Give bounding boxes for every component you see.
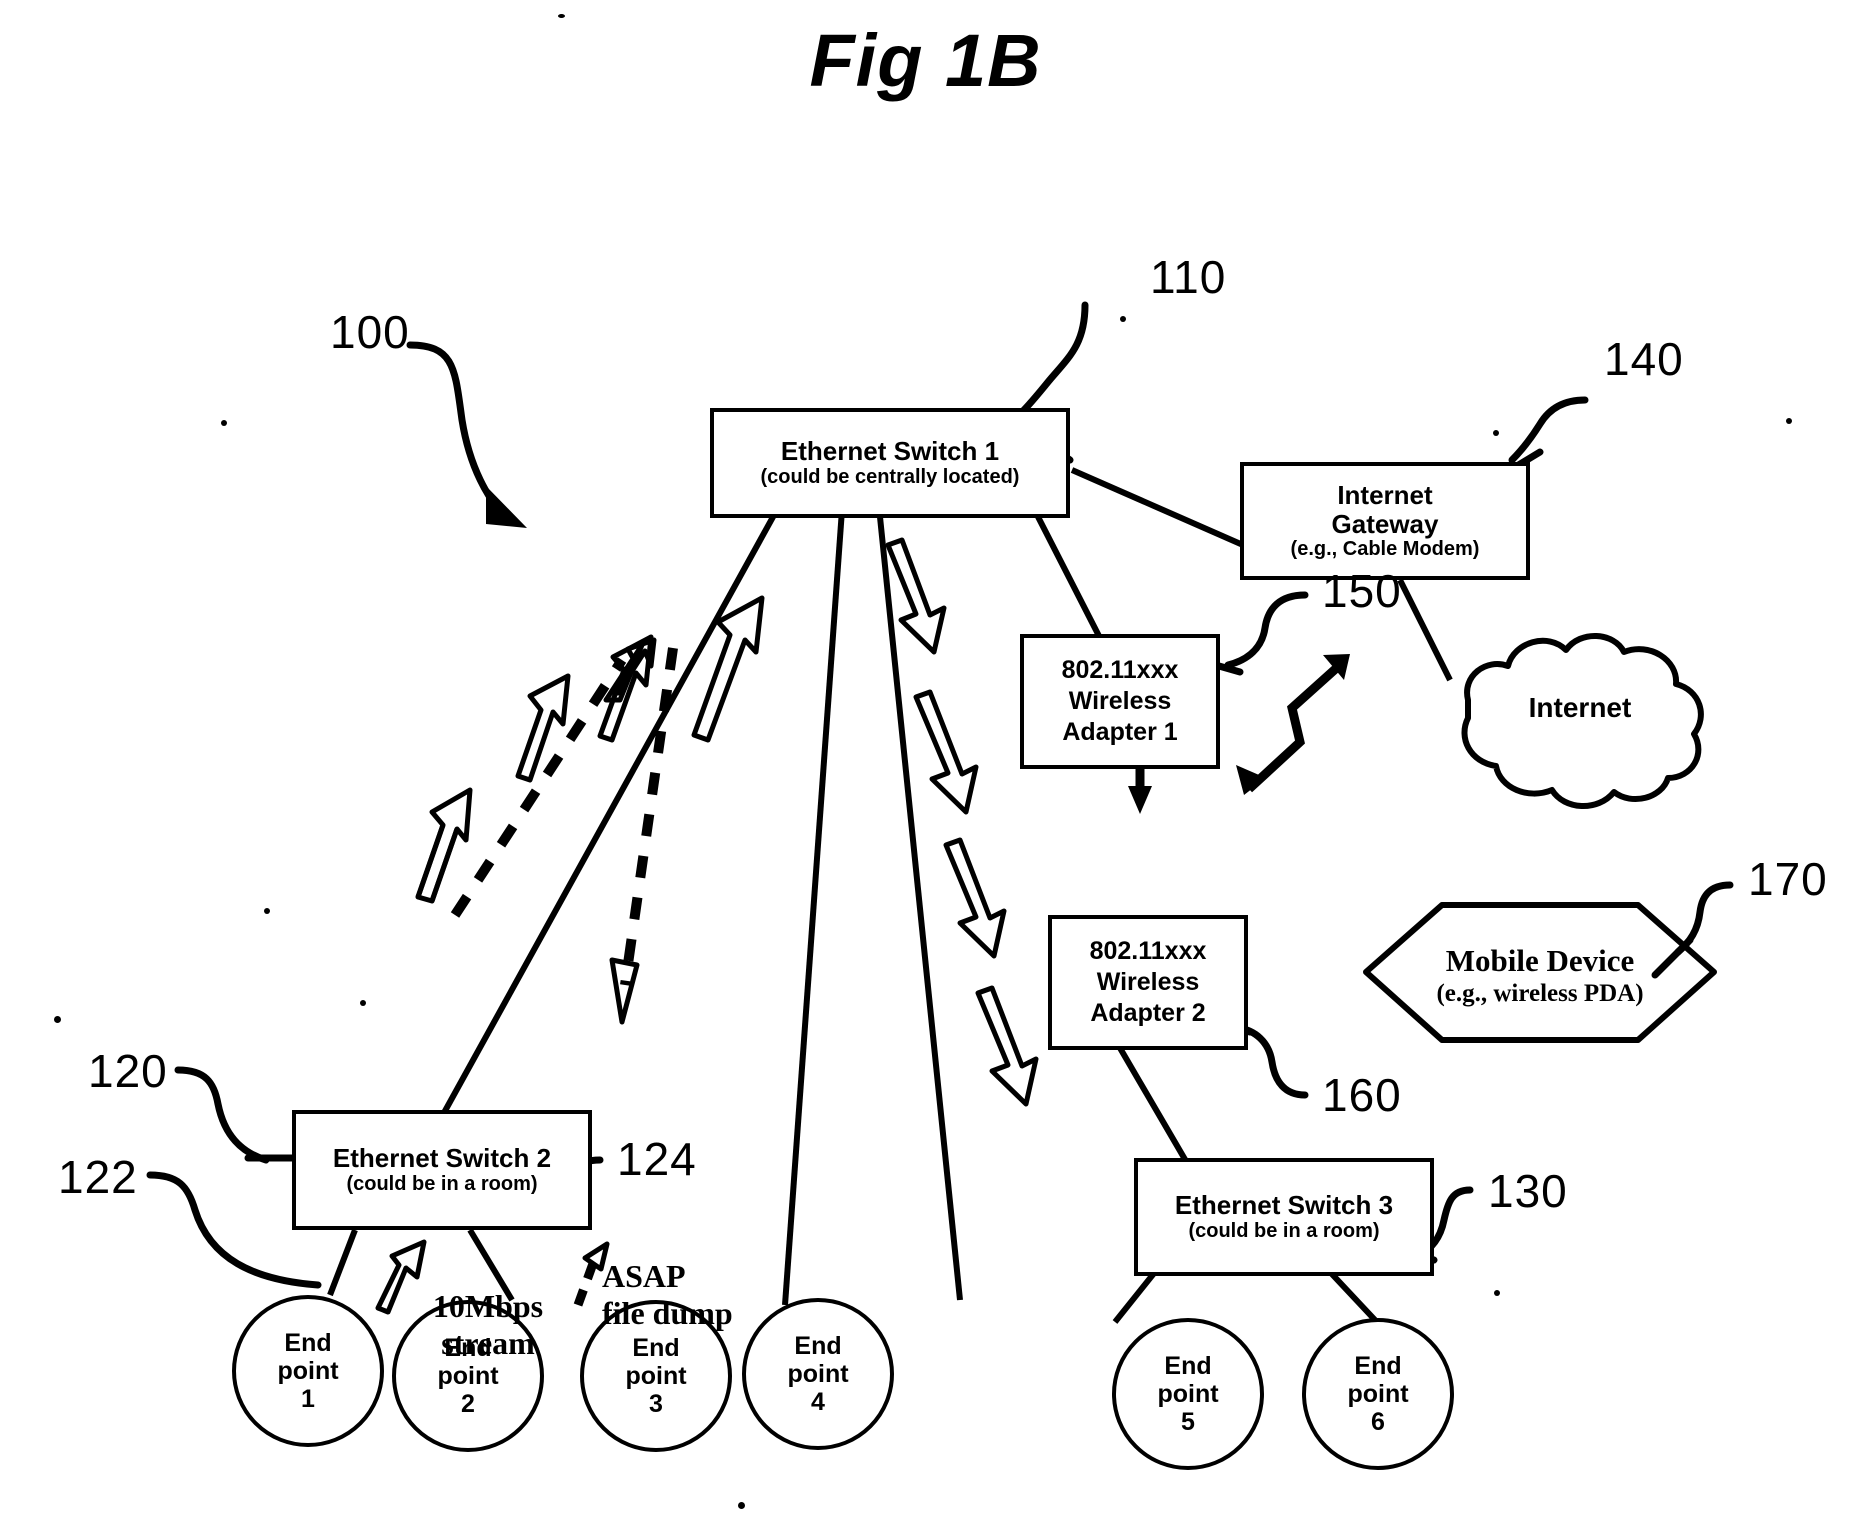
endpoint-6-line1: End [1354, 1352, 1402, 1380]
scan-speck [558, 14, 565, 18]
mobile-device-line1: Mobile Device [1445, 943, 1635, 978]
reference-numeral-160: 160 [1322, 1069, 1402, 1121]
link-switch1-gateway [1070, 467, 1245, 548]
wireless-adapter-2-line3: Adapter 2 [1090, 999, 1206, 1028]
link-switch3-endpoint6 [1327, 1269, 1378, 1323]
flow-arrow-upstream-4 [691, 595, 765, 743]
traffic-label-filedump-line2: file dump [602, 1294, 733, 1331]
leader-line-160 [1234, 1024, 1309, 1099]
reference-numeral-140: 140 [1604, 333, 1684, 385]
leader-line-110 [1018, 301, 1089, 416]
patent-figure-page: Fig 1B Ethernet Switch 1 (could be centr… [0, 0, 1851, 1522]
internet-gateway-subtitle: (e.g., Cable Modem) [1290, 538, 1480, 561]
endpoint-3-line1: End [632, 1334, 680, 1362]
flow-arrow-downstream-2 [913, 689, 979, 815]
scan-speck [1494, 1290, 1500, 1296]
flow-arrow-upstream-2 [515, 673, 571, 783]
wireless-adapter-2-line1: 802.11xxx [1089, 936, 1207, 965]
ethernet-switch-3-subtitle: (could be in a room) [1188, 1219, 1380, 1242]
scan-speck [264, 908, 270, 914]
leader-line-100 [406, 341, 504, 514]
scan-speck [54, 1016, 61, 1023]
endpoint-5-line1: End [1164, 1352, 1212, 1380]
internet-gateway-title-line2: Gateway [1331, 508, 1439, 539]
reference-numeral-124: 124 [617, 1133, 697, 1185]
flow-dashed-downstream [609, 647, 678, 1025]
internet-gateway-title-line1: Internet [1337, 479, 1433, 510]
reference-numeral-120: 120 [88, 1045, 168, 1097]
scan-speck [1493, 430, 1499, 436]
flow-arrow-upstream-1 [415, 787, 473, 904]
internet-cloud-label: Internet [1528, 692, 1632, 723]
reference-numeral-170: 170 [1748, 853, 1828, 905]
flow-arrow-downstream-1 [885, 537, 947, 655]
leader-arrowhead-100 [486, 486, 527, 528]
reference-numeral-110: 110 [1150, 251, 1227, 303]
traffic-label-10mbps-stream: 10Mbps stream [398, 1288, 578, 1362]
diagram-lines-layer [146, 301, 1734, 1324]
link-switch3-endpoint5 [1112, 1270, 1158, 1324]
ethernet-switch-2-box[interactable]: Ethernet Switch 2 (could be in a room) [292, 1110, 592, 1230]
endpoint-1-line2: point [277, 1357, 339, 1385]
endpoint-5-line3: 5 [1181, 1408, 1195, 1436]
endpoint-2-line3: 2 [461, 1390, 475, 1418]
mobile-device-label: Mobile Device (e.g., wireless PDA) [1366, 942, 1714, 1009]
scan-speck [360, 1000, 366, 1006]
endpoint-4-line3: 4 [811, 1388, 825, 1416]
endpoint-circle-5[interactable]: End point 5 [1112, 1318, 1264, 1470]
link-gateway-internet [1397, 578, 1453, 682]
wireless-adapter-1-box[interactable]: 802.11xxx Wireless Adapter 1 [1020, 634, 1220, 769]
mobile-device-line2: (e.g., wireless PDA) [1436, 980, 1644, 1008]
flow-arrow-downstream-4 [975, 985, 1039, 1107]
ethernet-switch-2-subtitle: (could be in a room) [346, 1172, 538, 1195]
endpoint-4-line2: point [787, 1360, 849, 1388]
traffic-label-filedump-line1: ASAP [602, 1258, 686, 1294]
wireless-adapter-2-box[interactable]: 802.11xxx Wireless Adapter 2 [1048, 915, 1248, 1050]
traffic-label-stream-line1: 10Mbps [432, 1288, 544, 1324]
wireless-adapter-1-line1: 802.11xxx [1061, 655, 1179, 684]
wireless-adapter-1-line2: Wireless [1068, 686, 1172, 715]
flow-arrow-downstream-3 [943, 837, 1007, 959]
endpoint-6-line2: point [1347, 1380, 1409, 1408]
ethernet-switch-1-subtitle: (could be centrally located) [760, 465, 1020, 488]
endpoint-6-line3: 6 [1371, 1408, 1385, 1436]
ethernet-switch-1-title: Ethernet Switch 1 [780, 436, 1000, 467]
endpoint-1-line1: End [284, 1329, 332, 1357]
traffic-label-stream-line2: stream [441, 1324, 535, 1361]
leader-line-150 [1224, 591, 1309, 669]
endpoint-4-line1: End [794, 1332, 842, 1360]
endpoint-circle-1[interactable]: End point 1 [232, 1295, 384, 1447]
endpoint-circle-6[interactable]: End point 6 [1302, 1318, 1454, 1470]
traffic-label-asap-file-dump: ASAP file dump [602, 1258, 782, 1332]
reference-numeral-100: 100 [330, 306, 410, 358]
ethernet-switch-1-box[interactable]: Ethernet Switch 1 (could be centrally lo… [710, 408, 1070, 518]
scan-speck [221, 420, 227, 426]
internet-gateway-box[interactable]: Internet Gateway (e.g., Cable Modem) [1240, 462, 1530, 580]
leader-line-120 [174, 1066, 270, 1164]
endpoint-3-line3: 3 [649, 1390, 663, 1418]
wireless-adapter-1-line3: Adapter 1 [1062, 718, 1178, 747]
ethernet-switch-3-title: Ethernet Switch 3 [1174, 1190, 1394, 1221]
scan-speck [738, 1502, 745, 1509]
leader-line-140 [1508, 396, 1589, 464]
link-switch2-endpoint1 [327, 1228, 358, 1297]
link-switch1-endpoint4 [872, 467, 963, 1301]
endpoint-1-line3: 1 [301, 1385, 315, 1413]
scan-speck [1120, 316, 1126, 322]
endpoint-2-line2: point [437, 1362, 499, 1390]
ethernet-switch-3-box[interactable]: Ethernet Switch 3 (could be in a room) [1134, 1158, 1434, 1276]
scan-speck [1786, 418, 1792, 424]
reference-numeral-122: 122 [58, 1151, 138, 1203]
reference-numeral-130: 130 [1488, 1165, 1568, 1217]
wireless-link-mobile-device [1236, 654, 1350, 795]
reference-numeral-150: 150 [1322, 565, 1402, 617]
endpoint-5-line2: point [1157, 1380, 1219, 1408]
endpoint-3-line2: point [625, 1362, 687, 1390]
link-adapter2-switch3 [1117, 1046, 1193, 1170]
wireless-adapter-2-line2: Wireless [1096, 967, 1200, 996]
ethernet-switch-2-title: Ethernet Switch 2 [332, 1143, 552, 1174]
link-switch1-endpoint3 [782, 467, 848, 1306]
